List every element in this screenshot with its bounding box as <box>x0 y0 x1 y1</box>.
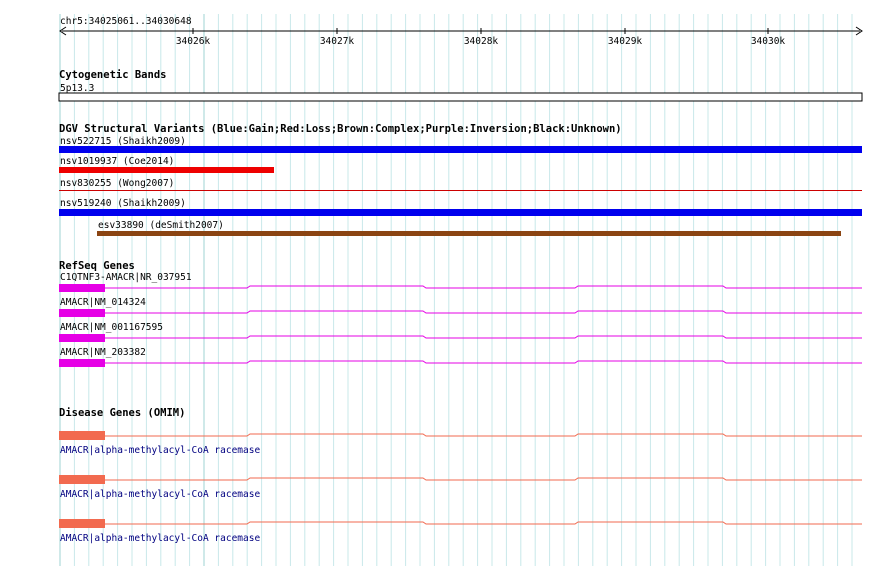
dgv-variant[interactable]: nsv1019937 (Coe2014) <box>59 156 274 173</box>
refseq-gene-label: AMACR|NM_014324 <box>60 297 146 308</box>
omim-gene-exon[interactable] <box>59 431 105 440</box>
genome-browser-view: chr5:34025061..34030648 34026k 34027k 3402… <box>58 14 863 566</box>
dgv-variant-bar[interactable] <box>59 209 862 216</box>
ruler-track: chr5:34025061..34030648 34026k 34027k 3402… <box>59 16 863 47</box>
ruler-tick-label: 34026k <box>176 36 211 47</box>
omim-gene-label[interactable]: AMACR|alpha-methylacyl-CoA racemase <box>60 445 260 456</box>
dgv-variant[interactable]: nsv519240 (Shaikh2009) <box>59 198 862 216</box>
dgv-variant-bar[interactable] <box>59 167 274 173</box>
ruler-tick-label: 34030k <box>751 36 786 47</box>
refseq-track: RefSeq Genes C1QTNF3-AMACR|NR_037951 AMA… <box>59 260 862 367</box>
dgv-track-title: DGV Structural Variants (Blue:Gain;Red:L… <box>59 123 622 135</box>
dgv-track: DGV Structural Variants (Blue:Gain;Red:L… <box>59 123 862 236</box>
dgv-variant-bar[interactable] <box>97 231 841 236</box>
refseq-gene-label: C1QTNF3-AMACR|NR_037951 <box>60 272 192 283</box>
dgv-variant[interactable]: esv33890 (deSmith2007) <box>97 220 841 236</box>
omim-gene[interactable]: AMACR|alpha-methylacyl-CoA racemase <box>59 519 862 544</box>
refseq-gene-exon[interactable] <box>59 359 105 367</box>
dgv-variant-label: nsv519240 (Shaikh2009) <box>60 198 186 209</box>
omim-gene-label[interactable]: AMACR|alpha-methylacyl-CoA racemase <box>60 533 260 544</box>
ruler-tick-label: 34027k <box>320 36 355 47</box>
dgv-variant-label: esv33890 (deSmith2007) <box>98 220 224 231</box>
refseq-gene-label: AMACR|NM_001167595 <box>60 322 163 333</box>
cytoband-bar[interactable] <box>58 92 863 102</box>
cytoband-label[interactable]: 5p13.3 <box>60 83 94 94</box>
refseq-gene-exon[interactable] <box>59 284 105 292</box>
dgv-variant-label: nsv830255 (Wong2007) <box>60 178 174 189</box>
refseq-gene-exon[interactable] <box>59 309 105 317</box>
dgv-variant-label: nsv522715 (Shaikh2009) <box>60 136 186 147</box>
omim-gene-exon[interactable] <box>59 475 105 484</box>
dgv-variant-bar[interactable] <box>59 146 862 153</box>
refseq-gene[interactable]: C1QTNF3-AMACR|NR_037951 <box>59 272 862 292</box>
cytoband-track-title: Cytogenetic Bands <box>59 69 166 81</box>
omim-track: Disease Genes (OMIM) AMACR|alpha-methyla… <box>59 407 862 544</box>
dgv-variant[interactable]: nsv522715 (Shaikh2009) <box>59 136 862 153</box>
dgv-variant[interactable]: nsv830255 (Wong2007) <box>59 178 862 191</box>
refseq-gene[interactable]: AMACR|NM_001167595 <box>59 322 862 342</box>
dgv-variant-label: nsv1019937 (Coe2014) <box>60 156 174 167</box>
ruler-tick-label: 34029k <box>608 36 643 47</box>
omim-track-title: Disease Genes (OMIM) <box>59 407 185 419</box>
refseq-gene-label: AMACR|NM_203382 <box>60 347 146 358</box>
omim-gene[interactable]: AMACR|alpha-methylacyl-CoA racemase <box>59 431 862 456</box>
omim-gene-exon[interactable] <box>59 519 105 528</box>
refseq-gene-exon[interactable] <box>59 334 105 342</box>
omim-gene-label[interactable]: AMACR|alpha-methylacyl-CoA racemase <box>60 489 260 500</box>
refseq-track-title: RefSeq Genes <box>59 260 135 272</box>
refseq-gene[interactable]: AMACR|NM_203382 <box>59 347 862 367</box>
omim-gene[interactable]: AMACR|alpha-methylacyl-CoA racemase <box>59 475 862 500</box>
ruler-location: chr5:34025061..34030648 <box>60 16 192 27</box>
dgv-variant-bar[interactable] <box>59 190 862 191</box>
cytoband-track: Cytogenetic Bands 5p13.3 <box>58 69 863 102</box>
ruler-tick-label: 34028k <box>464 36 499 47</box>
refseq-gene[interactable]: AMACR|NM_014324 <box>59 297 862 317</box>
